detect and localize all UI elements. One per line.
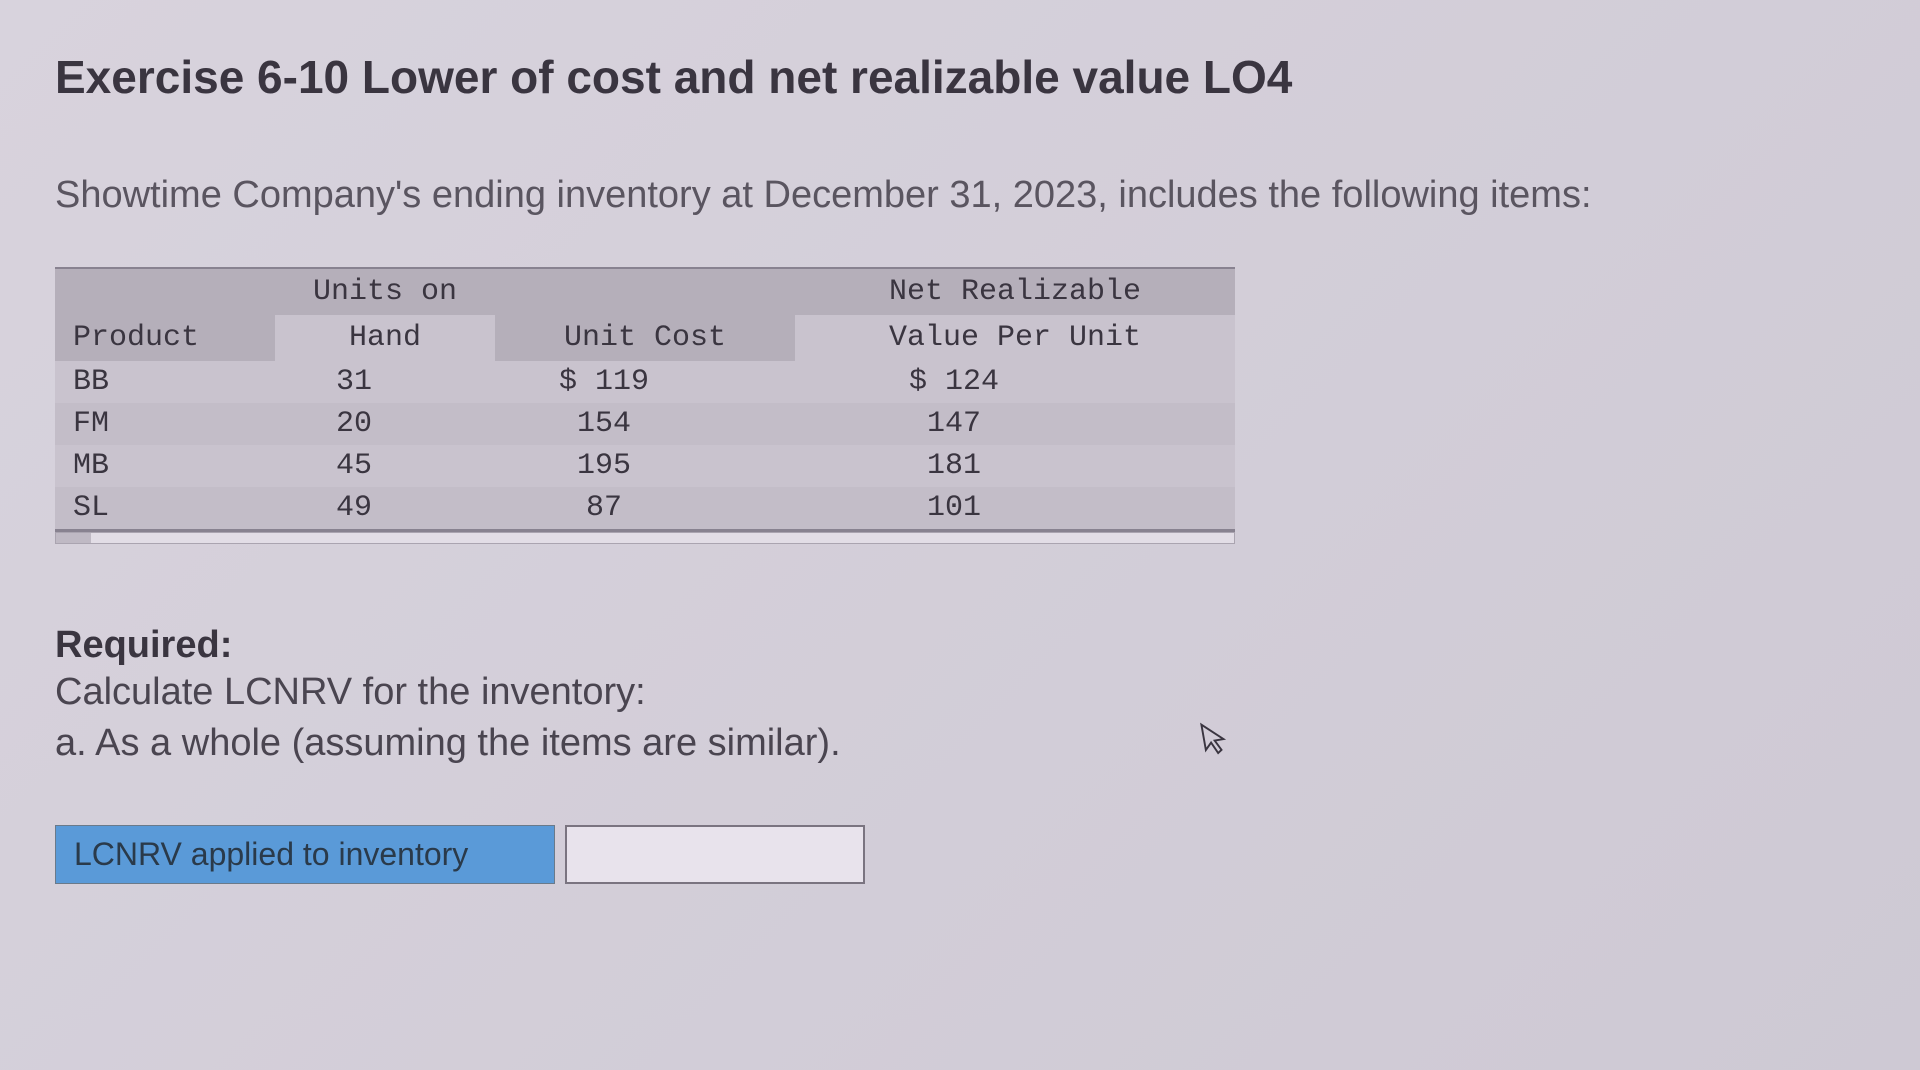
cell-product: BB	[55, 361, 275, 403]
col-nrv-l1: Net Realizable	[795, 269, 1235, 315]
table-row: BB 31 $ 119 $ 124	[55, 361, 1235, 403]
cell-nrv: $ 124	[795, 361, 1235, 403]
col-product: Product	[55, 269, 275, 361]
intro-text: Showtime Company's ending inventory at D…	[55, 174, 1865, 217]
cell-cost: 154	[495, 403, 795, 445]
answer-input[interactable]	[565, 825, 865, 884]
exercise-title: Exercise 6-10 Lower of cost and net real…	[55, 50, 1865, 104]
cell-product: FM	[55, 403, 275, 445]
cell-units: 20	[275, 403, 495, 445]
cell-nrv: 181	[795, 445, 1235, 487]
cell-units: 31	[275, 361, 495, 403]
required-label: Required:	[55, 624, 1865, 667]
required-line2: a. As a whole (assuming the items are si…	[55, 718, 1865, 769]
required-block: Required: Calculate LCNRV for the invent…	[55, 624, 1865, 770]
answer-row: LCNRV applied to inventory	[55, 825, 1865, 884]
cell-cost: 87	[495, 487, 795, 531]
cell-units: 49	[275, 487, 495, 531]
cell-product: MB	[55, 445, 275, 487]
cell-product: SL	[55, 487, 275, 531]
required-line1: Calculate LCNRV for the inventory:	[55, 667, 1865, 718]
col-units-l2: Hand	[275, 315, 495, 361]
cell-cost: 195	[495, 445, 795, 487]
answer-label: LCNRV applied to inventory	[55, 825, 555, 884]
table-row: SL 49 87 101	[55, 487, 1235, 531]
table-row: FM 20 154 147	[55, 403, 1235, 445]
cell-nrv: 147	[795, 403, 1235, 445]
scrollbar-thumb[interactable]	[56, 533, 91, 543]
horizontal-scrollbar[interactable]	[55, 532, 1235, 544]
cell-cost: $ 119	[495, 361, 795, 403]
col-units-l1: Units on	[275, 269, 495, 315]
inventory-table: Product Units on Unit Cost Net Realizabl…	[55, 267, 1235, 544]
col-cost: Unit Cost	[495, 269, 795, 361]
table-body: BB 31 $ 119 $ 124 FM 20 154 147 MB 45 19…	[55, 361, 1235, 531]
cell-nrv: 101	[795, 487, 1235, 531]
col-nrv-l2: Value Per Unit	[795, 315, 1235, 361]
table-row: MB 45 195 181	[55, 445, 1235, 487]
cell-units: 45	[275, 445, 495, 487]
